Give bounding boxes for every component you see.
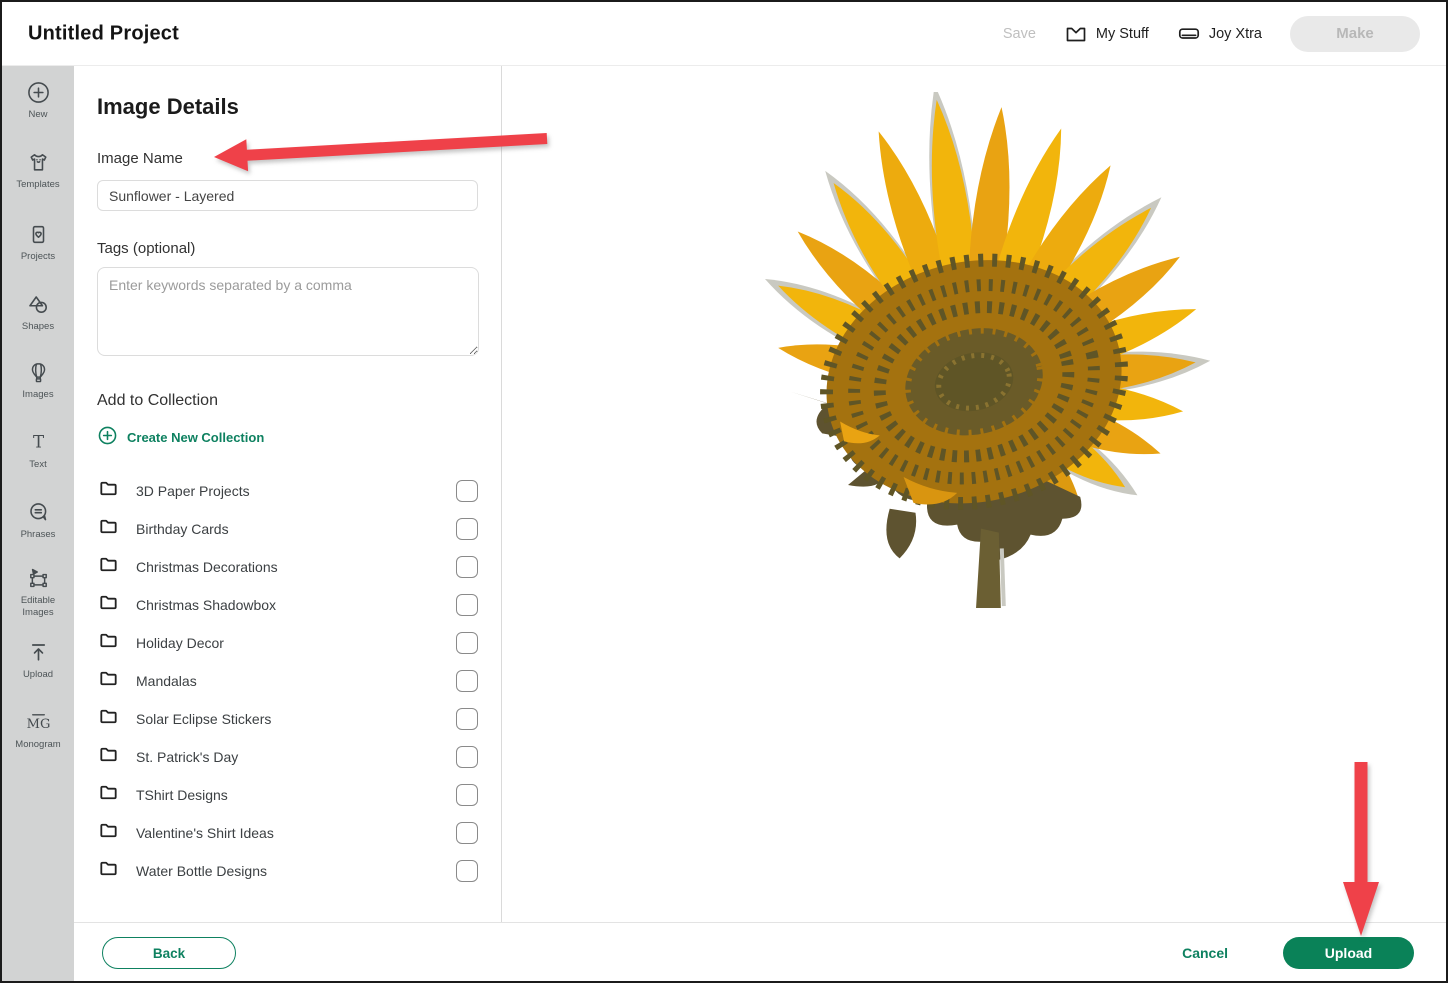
collection-checkbox[interactable] [456, 670, 478, 692]
folder-icon [97, 857, 120, 885]
image-details-panel: Image Details Image Name Tags (optional)… [74, 66, 502, 923]
collection-checkbox[interactable] [456, 708, 478, 730]
collection-row[interactable]: Water Bottle Designs [97, 852, 478, 890]
sidebar-item-projects[interactable]: Projects [2, 222, 74, 263]
tshirt-icon [26, 150, 51, 175]
collection-row[interactable]: Solar Eclipse Stickers [97, 700, 478, 738]
back-button[interactable]: Back [102, 937, 236, 969]
sidebar-item-templates[interactable]: Templates [2, 150, 74, 191]
folder-icon [97, 819, 120, 847]
svg-text:T: T [32, 433, 43, 452]
collection-row[interactable]: Birthday Cards [97, 510, 478, 548]
top-bar: Untitled Project Save My Stuff Joy Xtra … [2, 2, 1446, 66]
tags-label: Tags (optional) [97, 240, 196, 257]
shapes-icon [26, 292, 51, 317]
header-actions: Save My Stuff Joy Xtra Make [1003, 2, 1420, 65]
vector-nodes-icon [26, 566, 51, 591]
create-new-collection-button[interactable]: Create New Collection [97, 425, 264, 449]
folder-icon [97, 667, 120, 695]
collection-row[interactable]: 3D Paper Projects [97, 472, 478, 510]
tool-sidebar: New Templates Projects Shapes Images T T… [2, 66, 74, 981]
collection-row[interactable]: St. Patrick's Day [97, 738, 478, 776]
collection-row[interactable]: TShirt Designs [97, 776, 478, 814]
panel-title: Image Details [97, 94, 239, 119]
folder-icon [97, 781, 120, 809]
collection-row[interactable]: Mandalas [97, 662, 478, 700]
folder-icon [97, 591, 120, 619]
upload-button[interactable]: Upload [1283, 937, 1414, 969]
plus-circle-icon [26, 80, 51, 105]
collection-checkbox[interactable] [456, 860, 478, 882]
folder-icon [97, 705, 120, 733]
collection-checkbox[interactable] [456, 556, 478, 578]
image-name-label: Image Name [97, 150, 183, 167]
project-title: Untitled Project [28, 22, 179, 44]
collection-row[interactable]: Christmas Decorations [97, 548, 478, 586]
add-to-collection-heading: Add to Collection [97, 392, 218, 409]
plus-circle-green-icon [97, 425, 118, 449]
save-button[interactable]: Save [1003, 26, 1036, 42]
cancel-button[interactable]: Cancel [1182, 945, 1228, 961]
folder-icon [97, 515, 120, 543]
tags-input[interactable] [97, 267, 479, 356]
collection-checkbox[interactable] [456, 822, 478, 844]
sidebar-item-shapes[interactable]: Shapes [2, 292, 74, 333]
collection-list: 3D Paper Projects Birthday Cards Christm… [97, 472, 478, 890]
project-card-icon [26, 222, 51, 247]
sidebar-item-text[interactable]: T Text [2, 430, 74, 471]
collection-checkbox[interactable] [456, 518, 478, 540]
collection-checkbox[interactable] [456, 746, 478, 768]
monogram-icon: MG [26, 710, 51, 735]
sidebar-item-editable-images[interactable]: Editable Images [2, 566, 74, 619]
collection-checkbox[interactable] [456, 784, 478, 806]
folder-icon [97, 743, 120, 771]
folder-icon [97, 629, 120, 657]
machine-selector[interactable]: Joy Xtra [1177, 22, 1262, 46]
hot-air-balloon-icon [26, 360, 51, 385]
sidebar-item-images[interactable]: Images [2, 360, 74, 401]
sidebar-item-new[interactable]: New [2, 80, 74, 121]
collection-checkbox[interactable] [456, 632, 478, 654]
sunflower-preview-image [756, 92, 1213, 608]
sidebar-item-phrases[interactable]: Phrases [2, 500, 74, 541]
make-button[interactable]: Make [1290, 15, 1420, 52]
sidebar-item-upload[interactable]: Upload [2, 640, 74, 681]
folder-icon [97, 477, 120, 505]
cutting-machine-icon [1177, 22, 1201, 46]
letter-t-icon: T [26, 430, 51, 455]
app-window: Untitled Project Save My Stuff Joy Xtra … [0, 0, 1448, 983]
my-stuff-icon [1064, 22, 1088, 46]
speech-bubble-icon [26, 500, 51, 525]
collection-row[interactable]: Valentine's Shirt Ideas [97, 814, 478, 852]
svg-text:MG: MG [26, 717, 50, 732]
image-name-input[interactable] [97, 180, 478, 211]
upload-arrow-icon [26, 640, 51, 665]
collection-row[interactable]: Holiday Decor [97, 624, 478, 662]
my-stuff-label: My Stuff [1095, 25, 1149, 42]
collection-checkbox[interactable] [456, 480, 478, 502]
machine-label: Joy Xtra [1208, 25, 1262, 42]
my-stuff-button[interactable]: My Stuff [1064, 22, 1149, 46]
bottom-action-bar: Back Cancel Upload [74, 922, 1446, 981]
collection-row[interactable]: Christmas Shadowbox [97, 586, 478, 624]
collection-checkbox[interactable] [456, 594, 478, 616]
sidebar-item-monogram[interactable]: MG Monogram [2, 710, 74, 751]
folder-icon [97, 553, 120, 581]
